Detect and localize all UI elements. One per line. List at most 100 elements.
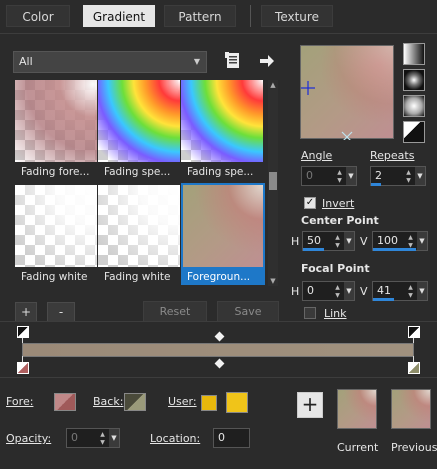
chevron-down-icon[interactable]: ▼ [344,282,354,300]
gradient-thumb-fading-foreground[interactable] [15,80,97,162]
angle-label: Angle [301,149,332,162]
library-scrollbar[interactable]: ▲ ▼ [268,80,278,286]
spin-up-icon[interactable]: ▲ [333,234,342,241]
add-gradient-button[interactable]: + [15,302,37,322]
linear-gradient-type-icon[interactable] [403,43,425,65]
library-filter-dropdown[interactable]: All ▼ [13,51,207,73]
library-view-icon[interactable] [224,51,244,71]
location-label: Location: [150,432,200,445]
spin-up-icon[interactable]: ▲ [404,169,413,176]
invert-label: Invert [322,197,354,210]
gradient-thumb-fading-white-1[interactable] [15,185,97,267]
previous-label: Previous [391,441,437,454]
gradient-thumb-label: Fading white [21,271,88,283]
link-label-text: Link [324,307,347,320]
spin-up-icon[interactable]: ▲ [333,284,342,291]
tab-pattern[interactable]: Pattern [164,5,236,27]
opacity-stop-start[interactable] [17,326,29,338]
chevron-down-icon[interactable]: ▼ [417,282,427,300]
color-stop-end[interactable] [408,362,420,374]
scrollbar-thumb[interactable] [269,172,277,190]
tab-texture[interactable]: Texture [261,5,333,27]
focal-crosshair-icon [301,81,353,140]
chevron-down-icon[interactable]: ▼ [346,167,356,185]
chevron-down-icon[interactable]: ▼ [109,429,119,447]
save-button[interactable]: Save [217,301,279,322]
opacity-value: 0 [71,431,78,444]
gradient-swatch [98,80,180,162]
gradient-thumb-fading-white-2[interactable] [98,185,180,267]
radial-gradient-type-icon[interactable] [403,121,425,143]
reset-button[interactable]: Reset [143,301,207,322]
gradient-thumb-label-selected: Foregroun... [181,269,265,285]
angle-spinbox[interactable]: 0 ▲ ▼ ▼ [301,166,357,186]
center-v-slider-fill [373,248,416,251]
invert-label-text: Invert [322,197,355,210]
spin-down-icon[interactable]: ▼ [333,292,342,299]
spin-down-icon[interactable]: ▼ [335,177,344,184]
user-label: User: [168,395,197,408]
bottom-divider [0,377,437,378]
chevron-down-icon[interactable]: ▼ [415,167,425,185]
scroll-up-icon[interactable]: ▲ [268,80,278,90]
user-color-swatch-1[interactable] [201,395,217,411]
add-to-library-button[interactable]: + [297,392,323,418]
tab-gradient[interactable]: Gradient [83,5,155,27]
link-checkbox[interactable] [304,307,316,319]
spin-up-icon[interactable]: ▲ [406,284,415,291]
repeats-slider-fill [371,183,381,186]
focal-v-label: V [360,285,368,298]
gradient-thumb-label: Fading fore... [21,166,90,178]
fore-label: Fore: [6,395,33,408]
library-filter-value: All [19,55,33,68]
color-midpoint-handle[interactable] [214,358,225,369]
color-stop-start[interactable] [17,362,29,374]
user-color-swatch-2[interactable] [226,392,248,413]
gradient-thumb-label: Fading spe... [104,166,171,178]
previous-gradient-swatch[interactable] [391,389,431,429]
tab-color[interactable]: Color [6,5,70,27]
center-v-label: V [360,235,368,248]
gradient-thumb-label: Fading spe... [187,166,254,178]
spin-up-icon[interactable]: ▲ [406,234,415,241]
sunburst-gradient-type-icon[interactable] [403,95,425,117]
gradient-thumb-foreground-selected[interactable] [181,183,265,269]
fore-color-swatch[interactable] [54,393,76,411]
spin-down-icon[interactable]: ▼ [98,439,107,446]
gradient-swatch [15,185,97,267]
chevron-down-icon[interactable]: ▼ [344,232,354,250]
gradient-thumb-fading-spectrum-1[interactable] [98,80,180,162]
invert-checkbox[interactable]: ✓ [304,197,316,209]
remove-gradient-button[interactable]: - [47,302,75,322]
back-color-swatch[interactable] [124,393,146,411]
location-input[interactable]: 0 [213,428,250,448]
gradient-thumb-fading-spectrum-2[interactable] [181,80,263,162]
angle-value: 0 [306,169,313,182]
opacity-spinbox[interactable]: 0 ▲ ▼ ▼ [66,428,120,448]
gradient-editor-bar[interactable] [22,343,414,357]
center-h-label: H [291,235,300,248]
current-label: Current [337,441,379,454]
focal-point-label: Focal Point [301,262,370,275]
arrow-right-icon[interactable] [257,51,277,71]
rectangular-gradient-type-icon[interactable] [403,69,425,91]
spin-down-icon[interactable]: ▼ [333,242,342,249]
chevron-down-icon[interactable]: ▼ [417,232,427,250]
back-label-text: Back: [93,395,124,408]
spin-down-icon[interactable]: ▼ [406,292,415,299]
spin-up-icon[interactable]: ▲ [98,431,107,438]
location-value: 0 [218,431,225,444]
spin-up-icon[interactable]: ▲ [335,169,344,176]
opacity-midpoint-handle[interactable] [214,331,225,342]
gradient-swatch [98,185,180,267]
focal-h-spinbox[interactable]: 0 ▲ ▼ ▼ [302,281,355,301]
scroll-down-icon[interactable]: ▼ [268,276,278,286]
gradient-preview[interactable] [300,45,394,140]
focal-h-label: H [291,285,300,298]
current-gradient-swatch[interactable] [337,389,377,429]
focal-h-value: 0 [307,284,314,297]
spin-down-icon[interactable]: ▼ [404,177,413,184]
opacity-stop-end[interactable] [408,326,420,338]
user-label-text: User: [168,395,197,408]
center-h-slider-fill [303,248,324,251]
